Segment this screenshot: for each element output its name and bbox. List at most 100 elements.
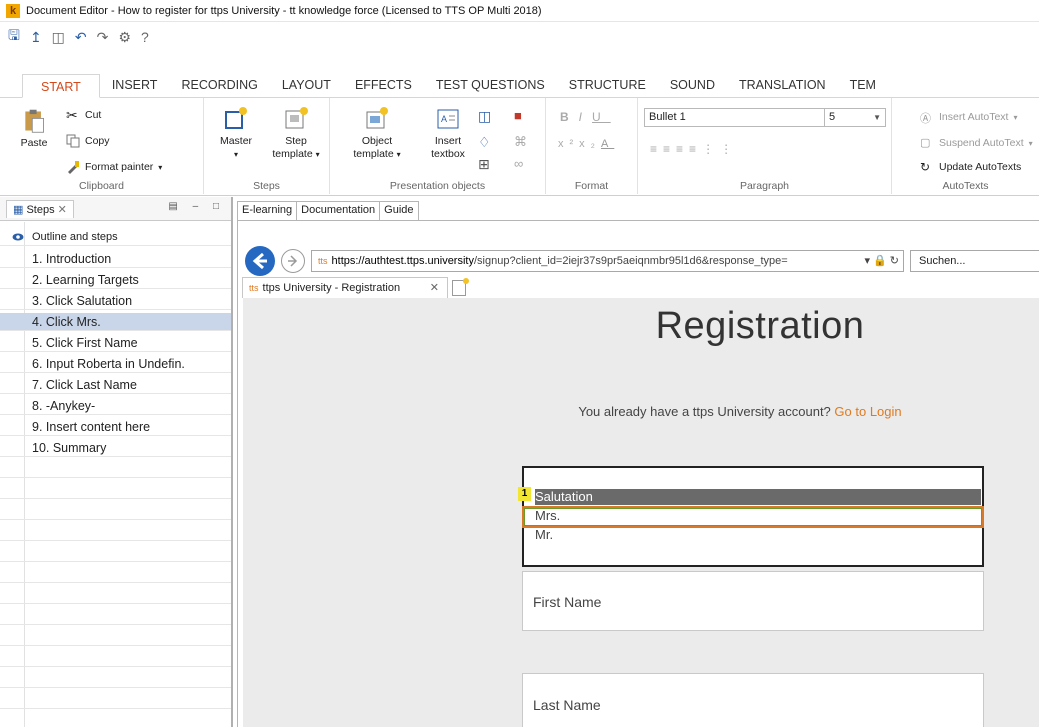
steps-tab[interactable]: ▦ Steps ✕ [6, 199, 74, 218]
browser-search-input[interactable]: Suchen... [910, 250, 1039, 272]
bold-icon[interactable]: B [560, 110, 579, 124]
powerpoint-icon[interactable]: ■ [514, 108, 522, 123]
subscript-icon[interactable]: x₂ [579, 138, 601, 150]
update-autotexts-button[interactable]: ↻ Update AutoTexts [920, 160, 1021, 174]
arrow-left-icon [252, 252, 267, 270]
tab-guide[interactable]: Guide [379, 201, 419, 221]
font-size-select[interactable]: 5 ▼ [824, 108, 886, 127]
paragraph-group: Bullet 1 ▼ 5 ▼ ≡≡≡≡⋮⋮ Paragraph [638, 98, 892, 194]
step-marker-badge: 1 [518, 487, 531, 501]
step-template-button[interactable]: Step template ▾ [268, 106, 324, 161]
format-painter-label: Format painter [85, 161, 154, 173]
shape-icon[interactable]: ◫ [478, 108, 491, 125]
tab-template[interactable]: TEM [838, 73, 888, 97]
step-item[interactable]: 5. Click First Name [0, 334, 231, 352]
url-path: /signup?client_id=2iejr37s9pr5aeiqnmbr95… [473, 255, 788, 267]
italic-icon[interactable]: I [579, 110, 592, 124]
justify-icon[interactable]: ≡ [689, 142, 702, 156]
undo-icon[interactable]: ↶ [75, 29, 87, 46]
align-right-icon[interactable]: ≡ [676, 142, 689, 156]
suspend-autotext-label: Suspend AutoText [939, 137, 1024, 149]
step-item[interactable]: 7. Click Last Name [0, 376, 231, 394]
eye-icon[interactable] [12, 231, 24, 243]
table-icon[interactable]: ⊞ [478, 156, 490, 173]
cut-label: Cut [85, 109, 102, 121]
paste-button[interactable]: Paste [14, 108, 54, 150]
last-name-field[interactable]: Last Name [522, 673, 984, 727]
click-target-highlight [522, 506, 984, 528]
save-icon[interactable]: 🖫 [8, 25, 20, 49]
panel-window-controls[interactable]: ▤ – □ [168, 201, 225, 212]
lock-icon: 🔒 [873, 255, 887, 267]
underline-icon[interactable]: U [592, 110, 611, 124]
salutation-option-placeholder[interactable]: Salutation [535, 489, 981, 505]
first-name-field[interactable]: First Name [522, 571, 984, 631]
tab-e-learning[interactable]: E-learning [237, 201, 298, 221]
step-item[interactable]: 9. Insert content here [0, 418, 231, 436]
tab-translation[interactable]: TRANSLATION [727, 73, 838, 97]
tab-effects[interactable]: EFFECTS [343, 73, 424, 97]
close-tab-icon[interactable]: ✕ [430, 278, 439, 298]
step-label: 3. Click Salutation [32, 294, 133, 308]
paste-icon [25, 109, 44, 133]
browser-tab-title: ttps University - Registration [262, 282, 401, 294]
tab-test-questions[interactable]: TEST QUESTIONS [424, 73, 557, 97]
settings-icon[interactable]: ⚙ [118, 29, 131, 46]
tab-documentation[interactable]: Documentation [296, 201, 381, 221]
format-painter-button[interactable]: Format painter ▾ [66, 160, 162, 174]
address-bar[interactable]: tts https://authtest.ttps.university/sign… [311, 250, 904, 272]
tab-structure[interactable]: STRUCTURE [557, 73, 658, 97]
link-icon[interactable]: ∞ [514, 156, 523, 171]
align-left-icon[interactable]: ≡ [650, 142, 663, 156]
browser-forward-button[interactable] [281, 249, 305, 273]
cut-button[interactable]: ✂ Cut [66, 108, 101, 122]
step-item[interactable]: 6. Input Roberta in Undefin. [0, 355, 231, 373]
help-icon[interactable]: ? [141, 29, 149, 45]
tab-insert[interactable]: INSERT [100, 73, 170, 97]
empty-row [0, 670, 231, 688]
step-item[interactable]: 2. Learning Targets [0, 271, 231, 289]
export-icon[interactable]: ↥ [30, 29, 42, 46]
object-template-button[interactable]: Object template ▾ [352, 106, 402, 161]
outline-header-row[interactable]: Outline and steps [0, 228, 231, 246]
superscript-icon[interactable]: x² [558, 138, 579, 150]
object-template-icon [366, 107, 388, 129]
browser-back-button[interactable] [245, 246, 275, 276]
object-icon[interactable]: ⌘ [514, 134, 527, 150]
align-center-icon[interactable]: ≡ [663, 142, 676, 156]
tab-sound[interactable]: SOUND [658, 73, 727, 97]
tab-start[interactable]: START [22, 74, 100, 98]
clipboard-group: Paste ✂ Cut Copy Format painter ▾ Clipbo… [0, 98, 204, 194]
suspend-autotext-button[interactable]: ▢ Suspend AutoText ▾ [920, 136, 1033, 150]
insert-textbox-button[interactable]: A Insert textbox [426, 106, 470, 161]
new-tab-icon[interactable] [452, 278, 469, 296]
hotspot-icon[interactable]: ♢ [478, 134, 491, 151]
go-to-login-link[interactable]: Go to Login [834, 404, 901, 419]
redo-icon[interactable]: ↷ [97, 29, 109, 46]
tab-recording[interactable]: RECORDING [169, 73, 269, 97]
step-item-selected[interactable]: 4. Click Mrs. [0, 313, 231, 331]
font-color-icon[interactable]: A [601, 138, 614, 150]
step-item[interactable]: 1. Introduction [0, 250, 231, 268]
insert-autotext-label: Insert AutoText [939, 111, 1009, 123]
salutation-option-mr[interactable]: Mr. [535, 527, 981, 543]
bullet-list-icon[interactable]: ⋮ [702, 142, 720, 156]
steps-tab-label: Steps [26, 203, 55, 216]
master-button[interactable]: Master ▾ [214, 106, 258, 161]
steps-tab-icon: ▦ [13, 203, 24, 216]
step-label: 7. Click Last Name [32, 378, 137, 392]
insert-autotext-button[interactable]: Ⓐ Insert AutoText ▾ [920, 110, 1017, 125]
numbered-list-icon[interactable]: ⋮ [720, 142, 738, 156]
paragraph-style-select[interactable]: Bullet 1 ▼ [644, 108, 836, 127]
step-item[interactable]: 10. Summary [0, 439, 231, 457]
browser-tab[interactable]: tts ttps University - Registration ✕ [242, 277, 448, 298]
autotext-insert-icon: Ⓐ [920, 113, 931, 125]
tab-layout[interactable]: LAYOUT [270, 73, 343, 97]
refresh-icon[interactable]: ↻ [890, 255, 899, 267]
preview-icon[interactable]: ◫ [52, 29, 65, 46]
close-icon[interactable]: ✕ [58, 204, 67, 216]
step-item[interactable]: 3. Click Salutation [0, 292, 231, 310]
step-item[interactable]: 8. -Anykey- [0, 397, 231, 415]
address-bar-controls: ▾ 🔒 ↻ [864, 255, 899, 267]
copy-button[interactable]: Copy [66, 134, 110, 148]
